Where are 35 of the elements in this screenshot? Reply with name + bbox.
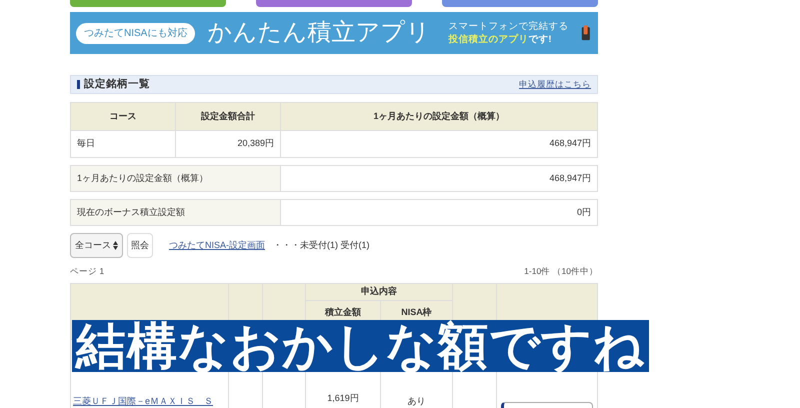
total-value: 468,947円 bbox=[548, 172, 592, 185]
banner-title: かんたん積立アプリ bbox=[207, 18, 430, 48]
history-link[interactable]: 申込履歴はこちら bbox=[519, 78, 591, 91]
total-label: 現在のボーナス積立設定額 bbox=[71, 200, 281, 225]
video-caption: 結構なおかしな額ですね bbox=[72, 320, 649, 372]
banner-tagline-end: です! bbox=[528, 33, 552, 46]
menu-button[interactable] bbox=[442, 0, 598, 7]
column-header: NISA枠 bbox=[401, 306, 432, 318]
updown-icon bbox=[113, 241, 118, 250]
column-header: 申込内容 bbox=[306, 284, 452, 301]
column-header: 1ヶ月あたりの設定金額（概算） bbox=[372, 110, 506, 123]
nisa-settings-link[interactable]: つみたてNISA-設定画面 bbox=[169, 238, 266, 252]
result-count: 1-10件 （10件中） bbox=[524, 265, 598, 278]
banner-tagline: スマートフォンで完結する bbox=[448, 20, 568, 33]
table-cell-text: 1,619円 bbox=[327, 392, 359, 405]
table-cell: あり bbox=[408, 394, 426, 408]
page-number: ページ 1 bbox=[70, 265, 104, 278]
section-title: 設定銘柄一覧 bbox=[84, 76, 150, 92]
query-button[interactable]: 照会 bbox=[127, 233, 153, 258]
fund-link[interactable]: 三菱ＵＦＪ国際－eＭＡＸＩＳ Ｓ bbox=[73, 396, 214, 406]
table-cell: 毎日 bbox=[71, 131, 176, 157]
total-value: 0円 bbox=[576, 206, 592, 219]
menu-button[interactable] bbox=[256, 0, 412, 7]
column-header: 設定金額合計 bbox=[176, 103, 281, 130]
banner-badge: つみたてNISAにも対応 bbox=[76, 22, 196, 44]
column-header: 積立金額 bbox=[325, 306, 361, 318]
table-cell-text: 468,947円 bbox=[548, 137, 592, 150]
banner-highlight: 投信積立のアプリ bbox=[448, 33, 528, 46]
menu-button[interactable] bbox=[70, 0, 226, 7]
status-text: ・・・未受付(1) 受付(1) bbox=[273, 238, 370, 252]
app-banner[interactable]: つみたてNISAにも対応 かんたん積立アプリ スマートフォンで完結する 投信積立のアプリ です! bbox=[70, 12, 598, 54]
table-cell: 20,389円 bbox=[176, 131, 281, 157]
course-select[interactable]: 全コース bbox=[70, 233, 123, 258]
total-label: 1ヶ月あたりの設定金額（概算） bbox=[71, 166, 281, 191]
column-header: コース bbox=[71, 103, 176, 130]
